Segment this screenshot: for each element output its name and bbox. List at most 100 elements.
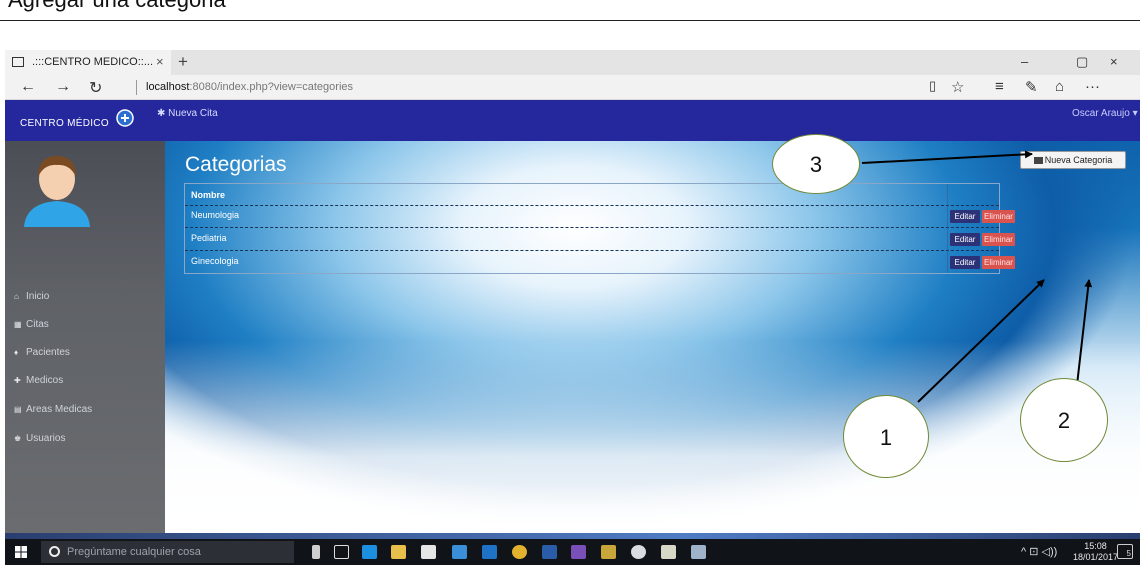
sidebar-item-label: Areas Medicas bbox=[26, 404, 93, 415]
sidebar-item-label: Medicos bbox=[26, 375, 64, 386]
address-bar[interactable]: localhost:8080/index.php?view=categories bbox=[146, 81, 353, 93]
more-icon[interactable]: ··· bbox=[1085, 78, 1100, 95]
file-explorer-icon[interactable] bbox=[391, 545, 406, 559]
edge-icon[interactable] bbox=[362, 545, 377, 559]
table-row: Neumologia Editar Eliminar bbox=[185, 206, 1015, 228]
home-icon: ⌂ bbox=[14, 292, 19, 301]
edit-button[interactable]: Editar bbox=[950, 256, 980, 269]
windows-taskbar: Pregúntame cualquier cosa ^ ⊡ ◁)) 15:08 … bbox=[5, 539, 1140, 565]
document-page: Agregar una categoria .:::CENTRO MEDICO:… bbox=[0, 0, 1140, 565]
system-tray[interactable]: ^ ⊡ ◁)) bbox=[1021, 545, 1057, 558]
new-tab-icon[interactable]: + bbox=[178, 52, 188, 72]
main-content: Categorias Nueva Categoria Nombre Neumol… bbox=[165, 141, 1140, 533]
settings-app-icon[interactable] bbox=[691, 545, 706, 559]
microphone-icon[interactable] bbox=[312, 545, 320, 559]
categories-table: Nombre Neumologia Editar Eliminar Pediat… bbox=[184, 183, 1015, 274]
address-path: :8080/index.php?view=categories bbox=[189, 81, 354, 93]
category-name: Pediatria bbox=[191, 233, 227, 243]
table-row: Ginecologia Editar Eliminar bbox=[185, 252, 1015, 274]
delete-button[interactable]: Eliminar bbox=[982, 233, 1015, 246]
minimize-icon[interactable]: – bbox=[1021, 54, 1028, 69]
browser-window: .:::CENTRO MEDICO::... × + – ▢ × ← → ↻ l… bbox=[5, 50, 1140, 565]
windows-start-icon[interactable] bbox=[15, 546, 27, 558]
new-category-button[interactable]: Nueva Categoria bbox=[1020, 151, 1126, 169]
address-separator bbox=[136, 80, 137, 95]
sidebar-item-inicio[interactable]: ⌂ Inicio bbox=[14, 291, 49, 302]
page-icon bbox=[12, 57, 24, 67]
caption-text: Agregar una categoria bbox=[8, 0, 226, 13]
brand-name[interactable]: CENTRO MÉDICO bbox=[20, 118, 109, 129]
taskbar-clock[interactable]: 15:08 18/01/2017 bbox=[1073, 541, 1118, 563]
clock-date: 18/01/2017 bbox=[1073, 552, 1119, 562]
sidebar-item-label: Citas bbox=[26, 319, 49, 330]
tab-title: .:::CENTRO MEDICO::... bbox=[32, 56, 154, 68]
users-icon: ♚ bbox=[14, 434, 22, 443]
notification-center-icon[interactable]: 5 bbox=[1117, 544, 1133, 559]
app-icon[interactable] bbox=[631, 545, 646, 559]
annotation-callout-3: 3 bbox=[772, 134, 860, 194]
sidebar-item-label: Pacientes bbox=[26, 347, 70, 358]
tab-strip: .:::CENTRO MEDICO::... × + – ▢ × bbox=[5, 50, 1140, 75]
notification-count: 5 bbox=[1126, 549, 1131, 558]
sidebar-item-areas-medicas[interactable]: ▤ Areas Medicas bbox=[14, 404, 92, 415]
hub-icon[interactable]: ≡ bbox=[995, 78, 1004, 95]
sidebar-item-label: Usuarios bbox=[26, 433, 66, 444]
task-view-icon[interactable] bbox=[334, 545, 349, 559]
tools-icon[interactable] bbox=[601, 545, 616, 559]
browser-navbar: ← → ↻ localhost:8080/index.php?view=cate… bbox=[5, 75, 1140, 100]
document-caption: Agregar una categoria bbox=[0, 0, 1140, 20]
edit-button[interactable]: Editar bbox=[950, 233, 980, 246]
sidebar: ⌂ Inicio ▦ Citas ♦ Pacientes ✚ Medicos ▤ Area… bbox=[5, 141, 165, 533]
favorite-star-icon[interactable]: ☆ bbox=[951, 78, 964, 96]
media-icon[interactable] bbox=[661, 545, 676, 559]
browser-tab[interactable]: .:::CENTRO MEDICO::... × bbox=[5, 50, 171, 75]
calendar-icon: ▦ bbox=[14, 320, 22, 329]
word-icon[interactable] bbox=[542, 545, 557, 559]
new-category-label: Nueva Categoria bbox=[1044, 155, 1113, 165]
sidebar-item-medicos[interactable]: ✚ Medicos bbox=[14, 375, 63, 386]
search-placeholder: Pregúntame cualquier cosa bbox=[67, 546, 201, 558]
add-category-icon bbox=[1033, 157, 1043, 164]
internet-explorer-icon[interactable] bbox=[452, 545, 467, 559]
delete-button[interactable]: Eliminar bbox=[982, 256, 1015, 269]
page-title: Categorias bbox=[185, 153, 287, 176]
sidebar-item-pacientes[interactable]: ♦ Pacientes bbox=[14, 347, 70, 358]
edit-button[interactable]: Editar bbox=[950, 210, 980, 223]
table-header-row: Nombre bbox=[185, 184, 999, 206]
list-icon: ▤ bbox=[14, 405, 22, 414]
table-row: Pediatria Editar Eliminar bbox=[185, 229, 1015, 251]
tab-close-icon[interactable]: × bbox=[156, 54, 164, 69]
cortana-icon bbox=[49, 546, 60, 557]
category-name: Neumologia bbox=[191, 210, 240, 220]
sidebar-item-usuarios[interactable]: ♚ Usuarios bbox=[14, 433, 65, 444]
cortana-search-input[interactable]: Pregúntame cualquier cosa bbox=[41, 541, 294, 563]
annotation-callout-1: 1 bbox=[843, 395, 929, 478]
back-icon[interactable]: ← bbox=[20, 78, 36, 96]
close-window-icon[interactable]: × bbox=[1110, 54, 1118, 69]
column-divider bbox=[947, 184, 948, 273]
visual-studio-icon[interactable] bbox=[571, 545, 586, 559]
new-appointment-link[interactable]: ✱ Nueva Cita bbox=[157, 108, 218, 119]
category-name: Ginecologia bbox=[191, 256, 239, 266]
sidebar-item-citas[interactable]: ▦ Citas bbox=[14, 319, 49, 330]
user-menu[interactable]: Oscar Araujo ▾ bbox=[1072, 108, 1138, 119]
app-header: CENTRO MÉDICO ✱ Nueva Cita Oscar Araujo … bbox=[5, 100, 1140, 141]
avatar bbox=[24, 156, 90, 227]
delete-button[interactable]: Eliminar bbox=[982, 210, 1015, 223]
reading-view-icon[interactable]: ▯ bbox=[929, 78, 936, 94]
column-header-nombre: Nombre bbox=[191, 190, 226, 200]
share-icon[interactable]: ⌂ bbox=[1055, 78, 1064, 95]
medic-icon: ✚ bbox=[14, 376, 21, 385]
refresh-icon[interactable]: ↻ bbox=[89, 78, 102, 98]
clock-time: 15:08 bbox=[1084, 541, 1107, 551]
store-icon[interactable] bbox=[421, 545, 436, 559]
maximize-icon[interactable]: ▢ bbox=[1076, 54, 1088, 70]
address-host: localhost bbox=[146, 81, 190, 93]
web-note-icon[interactable]: ✎ bbox=[1025, 78, 1038, 96]
brand-logo-icon bbox=[116, 109, 134, 127]
sidebar-item-label: Inicio bbox=[26, 291, 50, 302]
outlook-icon[interactable] bbox=[482, 545, 497, 559]
forward-icon[interactable]: → bbox=[55, 78, 71, 96]
chrome-icon[interactable] bbox=[512, 545, 527, 559]
annotation-callout-2: 2 bbox=[1020, 378, 1108, 462]
